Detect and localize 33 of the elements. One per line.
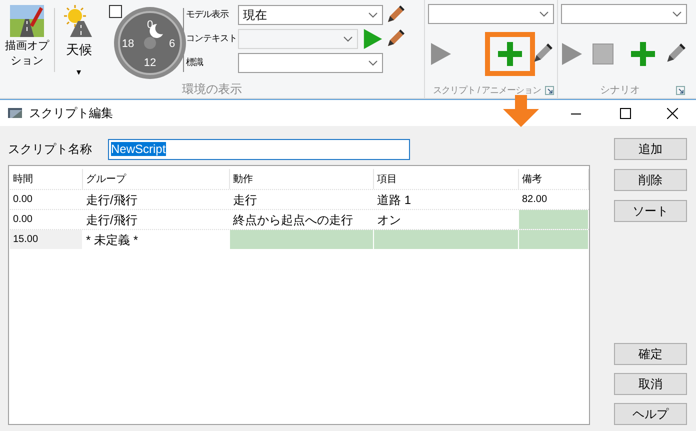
window-title: スクリプト編集: [29, 105, 113, 122]
table-cell: 82.00: [519, 190, 589, 209]
dialog-button[interactable]: ヘルプ: [614, 403, 687, 425]
table-cell: 走行: [230, 190, 374, 209]
table-cell: 終点から起点への走行: [230, 210, 374, 229]
dropdown-field[interactable]: 現在: [238, 5, 383, 25]
table-cell: 0.00: [10, 210, 83, 229]
group-label: スクリプト / アニメーション: [432, 84, 541, 97]
table-cell: 走行/飛行: [83, 190, 230, 209]
group-label: 環境の表示: [182, 81, 242, 98]
table-cell: 15.00: [10, 230, 83, 249]
name-field[interactable]: NewScript: [108, 138, 410, 160]
draw-options-button[interactable]: 描画オプション: [4, 0, 50, 80]
column-header[interactable]: 項目: [374, 169, 519, 189]
dialog-button[interactable]: 確定: [614, 343, 687, 365]
dialog-button[interactable]: 追加: [614, 138, 687, 160]
column-header[interactable]: 備考: [519, 169, 589, 189]
column-header[interactable]: 時間: [10, 169, 83, 189]
caret-icon: ▾: [76, 66, 82, 79]
table-cell: 0.00: [10, 190, 83, 209]
field-label: 標識: [186, 56, 204, 70]
group-label: シナリオ: [600, 84, 640, 98]
field-label: スクリプト名称: [8, 141, 93, 158]
dialog-button[interactable]: 削除: [614, 169, 687, 191]
column-header[interactable]: グループ: [83, 169, 230, 189]
dialog-button[interactable]: 取消: [614, 373, 687, 395]
column-header[interactable]: 動作: [230, 169, 374, 189]
dialog-button[interactable]: ソート: [614, 200, 687, 222]
field-label: モデル表示: [186, 8, 230, 22]
field-label: コンテキスト: [186, 32, 238, 46]
table-cell: 走行/飛行: [83, 210, 230, 229]
weather-button[interactable]: 天候 ▾: [59, 0, 99, 80]
table-cell: 道路 1: [374, 190, 519, 209]
